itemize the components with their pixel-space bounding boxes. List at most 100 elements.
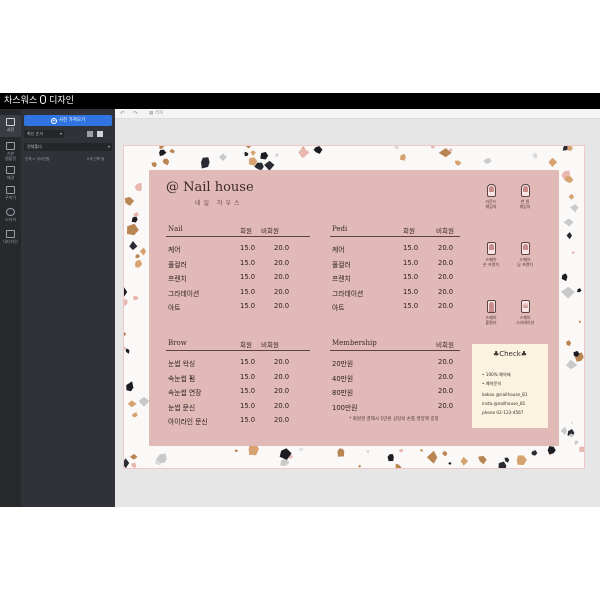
selection-count: 0개 선택 됨 xyxy=(87,157,105,161)
member-price: 15.0 xyxy=(240,244,256,252)
terrazzo-chip xyxy=(454,160,462,166)
menu-item-name: 20만원 xyxy=(332,360,354,368)
menu-item-name: 속눈썹 연장 xyxy=(168,389,202,397)
nonmember-price: 20.0 xyxy=(274,387,290,395)
side-panel: + 사진 가져오기 최신 순서 ▾ 전체폴더 ▾ 전체 > 내사진함 0개 선택 됨 xyxy=(21,109,115,507)
terrazzo-chip xyxy=(460,456,469,466)
member-price: 15.0 xyxy=(240,416,256,424)
nail-style-square-gradation: 스퀘어 그라데이션 xyxy=(515,300,535,325)
rail-item-decorate[interactable]: 꾸미기 xyxy=(0,183,21,205)
terrazzo-chip xyxy=(219,153,227,162)
terrazzo-chip xyxy=(298,147,310,159)
nonmember-price: 20.0 xyxy=(438,244,454,252)
grid-layout-label: 격자 xyxy=(154,111,163,116)
redo-button[interactable]: ↷ xyxy=(133,110,138,118)
nonmember-price: 20.0 xyxy=(274,244,290,252)
menu-item-name: 속눈썹 펌 xyxy=(168,374,196,383)
terrazzo-chip xyxy=(532,152,538,159)
terrazzo-chip xyxy=(129,453,138,460)
terrazzo-chip xyxy=(366,450,370,453)
list-view-icon[interactable] xyxy=(87,131,93,137)
terrazzo-chip xyxy=(151,162,157,168)
terrazzo-chip xyxy=(129,241,138,251)
terrazzo-chip xyxy=(138,396,150,407)
terrazzo-chip xyxy=(280,458,290,466)
brow-rule xyxy=(166,350,310,351)
pencil-icon xyxy=(6,230,15,238)
rail-item-photo[interactable]: 사진 xyxy=(0,115,21,137)
terrazzo-chip xyxy=(139,247,146,256)
terrazzo-chip xyxy=(570,204,579,213)
terrazzo-chip xyxy=(548,157,558,167)
terrazzo-chip xyxy=(131,412,138,418)
photo-icon xyxy=(6,118,15,126)
terrazzo-chip xyxy=(135,259,143,268)
member-price: 15.0 xyxy=(240,273,256,281)
menu-item-name: 풀컬러 xyxy=(332,260,351,269)
folder-dropdown[interactable]: 전체폴더 ▾ xyxy=(24,143,112,151)
terrazzo-chip xyxy=(571,251,576,254)
rail-item-template[interactable]: 기본 템플릿 xyxy=(0,139,21,161)
member-price: 15.0 xyxy=(240,258,256,267)
nonmember-price: 20.0 xyxy=(438,287,454,296)
terrazzo-chip xyxy=(133,295,139,301)
nail-square-french-icon xyxy=(486,242,496,255)
member-price: 15.0 xyxy=(240,358,256,366)
member-price: 15.0 xyxy=(240,302,256,310)
menu-card: @ Nail house 네일 하우스 Nail 회원 비회원 케어 15.0 20… xyxy=(149,170,559,446)
pedi-nonmember-col: 비회원 xyxy=(436,227,454,235)
menu-item-name: 케어 xyxy=(332,246,345,254)
member-price: 15.0 xyxy=(240,401,256,410)
design-canvas[interactable]: @ Nail house 네일 하우스 Nail 회원 비회원 케어 15.0 20… xyxy=(123,145,585,469)
rail-label: 스티커 xyxy=(4,217,17,222)
membership-header: Membership xyxy=(332,339,377,347)
nail-square-full-color-icon xyxy=(486,300,496,313)
terrazzo-chip xyxy=(394,146,400,150)
nonmember-price: 20.0 xyxy=(438,258,454,267)
logo-separator-icon xyxy=(40,95,47,104)
terrazzo-chip xyxy=(130,462,137,468)
member-price: 15.0 xyxy=(403,258,419,267)
nonmember-price: 20.0 xyxy=(438,273,454,281)
member-price: 15.0 xyxy=(403,302,419,310)
menu-item-name: 100만원 xyxy=(332,403,358,412)
terrazzo-chip xyxy=(566,359,578,370)
terrazzo-chip xyxy=(398,448,404,453)
terrazzo-chip xyxy=(567,146,573,151)
terrazzo-chip xyxy=(578,320,582,324)
menu-item-name: 프렌치 xyxy=(332,275,351,283)
rail-item-sticker[interactable]: 스티커 xyxy=(0,205,21,227)
nonmember-price: 20.0 xyxy=(438,358,454,366)
nonmember-price: 20.0 xyxy=(438,387,454,395)
check-line: insta @nailhouse_81 xyxy=(482,401,526,406)
nail-round-icon xyxy=(486,184,496,197)
terrazzo-chip xyxy=(169,149,175,154)
terrazzo-chip xyxy=(430,146,435,149)
rail-item-background[interactable]: 배경 xyxy=(0,163,21,185)
menu-item-name: 아트 xyxy=(332,304,345,312)
nonmember-price: 20.0 xyxy=(274,302,290,310)
nail-style-round: 라운드 쉐입의 xyxy=(481,184,501,209)
nail-style-label: 스퀘어 손 프렌치 xyxy=(483,257,499,267)
menu-item-name: 80만원 xyxy=(332,389,354,397)
undo-button[interactable]: ↶ xyxy=(120,110,125,118)
sort-dropdown[interactable]: 최신 순서 ▾ xyxy=(24,130,64,138)
terrazzo-chip xyxy=(159,149,167,157)
nail-style-label: 라운드 쉐입의 xyxy=(485,199,497,209)
grid-view-icon[interactable] xyxy=(97,131,103,137)
upload-photo-button[interactable]: + 사진 가져오기 xyxy=(24,115,112,126)
terrazzo-chip xyxy=(568,193,575,200)
grid-layout-button[interactable]: ▦ 격자 xyxy=(149,110,163,118)
terrazzo-chip xyxy=(260,151,269,160)
rail-label: 기본 템플릿 xyxy=(4,151,17,161)
rail-item-my-design[interactable]: 내디자인 xyxy=(0,227,21,249)
menu-item-name: 풀컬러 xyxy=(168,260,187,269)
terrazzo-chip xyxy=(531,450,538,456)
nail-rule xyxy=(166,236,310,237)
terrazzo-chip xyxy=(566,232,572,240)
terrazzo-chip xyxy=(124,196,135,206)
terrazzo-chip xyxy=(504,457,510,463)
nonmember-price: 20.0 xyxy=(274,287,290,296)
check-line: kakao @nailhouse_81 xyxy=(482,392,528,397)
terrazzo-chip xyxy=(579,446,584,453)
